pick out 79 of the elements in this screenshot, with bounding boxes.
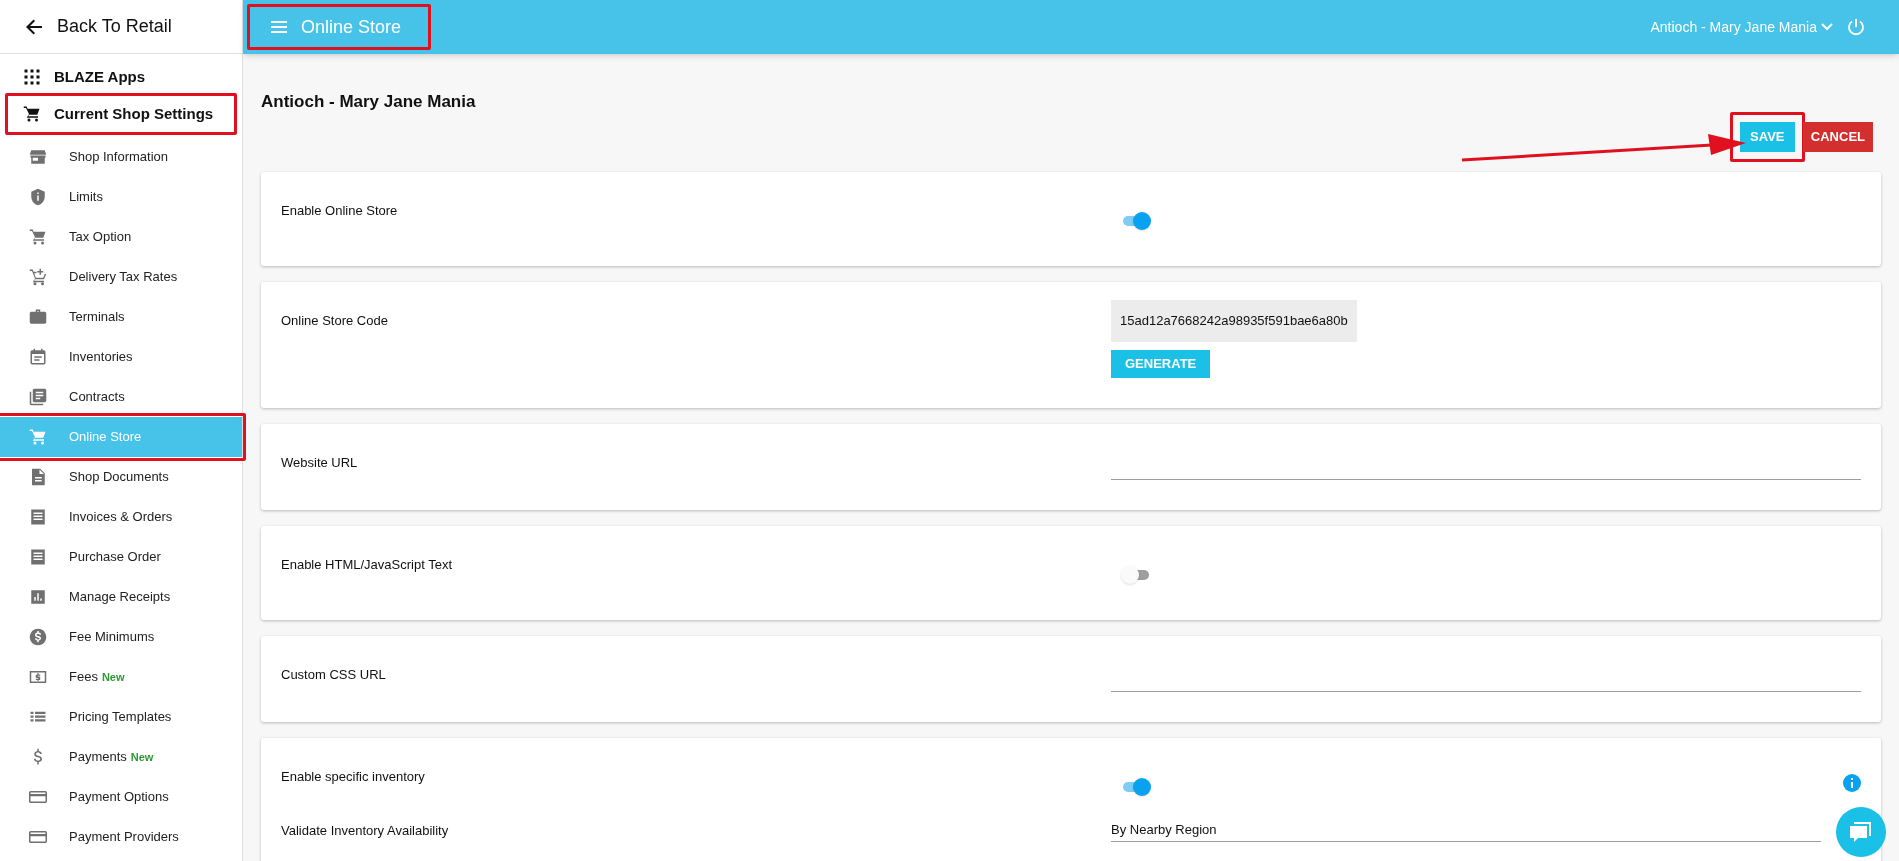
receipt-icon (29, 508, 47, 526)
sidebar-item[interactable]: Delivery Tax Rates (0, 257, 242, 297)
sidebar-item[interactable]: Payment Options (0, 777, 242, 817)
sidebar-item[interactable]: Invoices & Orders (0, 497, 242, 537)
credit-card-icon (29, 788, 47, 806)
sidebar-item[interactable]: Inventories (0, 337, 242, 377)
setting-label: Enable Online Store (281, 202, 399, 220)
setting-label: Enable specific inventory (281, 768, 426, 786)
cancel-button[interactable]: CANCEL (1802, 122, 1873, 152)
sidebar-item-label: Limits (69, 188, 103, 207)
shield-icon (29, 188, 47, 206)
sidebar-section[interactable]: BLAZE Apps (9, 60, 233, 94)
sidebar-item-label: Payments (69, 748, 127, 767)
sidebar-item[interactable]: Shop Information (0, 137, 242, 177)
region-dropdown[interactable]: By Nearby Region (1111, 820, 1821, 842)
page-title: Online Store (301, 15, 402, 39)
sidebar-item-label: Shop Information (69, 148, 168, 167)
sidebar-item[interactable]: Manage Receipts (0, 577, 242, 617)
calendar-icon (29, 348, 47, 366)
cart-icon (23, 105, 41, 123)
info-icon[interactable] (1843, 774, 1861, 792)
sidebar-item-label: Invoices & Orders (69, 508, 173, 527)
toggle-switch[interactable] (1121, 566, 1151, 584)
sidebar-item-label: Pricing Templates (69, 708, 172, 727)
dollar-coin-icon (29, 628, 47, 646)
new-label: New (101, 669, 125, 685)
sidebar-item[interactable]: Fees New (0, 657, 242, 697)
sidebar-item[interactable]: Contracts (0, 377, 242, 417)
credit-card-icon (29, 828, 47, 846)
chat-bubbles-icon (1848, 820, 1874, 844)
cart-icon (29, 228, 47, 246)
grid-icon (23, 68, 41, 86)
receipt-icon (29, 548, 47, 566)
sidebar-item-label: Purchase Order (69, 548, 161, 567)
power-icon[interactable] (1847, 18, 1865, 36)
setting-label: Enable HTML/JavaScript Text (281, 556, 453, 574)
sidebar-item[interactable]: Tax Option (0, 217, 242, 257)
document-icon (29, 468, 47, 486)
sidebar-item-label: Shop Documents (69, 468, 169, 487)
sidebar-item-label: Inventories (69, 348, 133, 367)
sidebar-item[interactable]: Payment Providers (0, 817, 242, 857)
storefront-icon (29, 148, 47, 166)
setting-label: Website URL (281, 454, 359, 472)
sidebar-item-label: Fee Minimums (69, 628, 155, 647)
sidebar-item[interactable]: Shop Documents (0, 457, 242, 497)
chevron-down-icon (1821, 23, 1833, 31)
sidebar-item[interactable]: Limits (0, 177, 242, 217)
sidebar-item[interactable]: Terminals (0, 297, 242, 337)
sidebar-section[interactable]: Current Shop Settings (9, 97, 233, 131)
back-link[interactable]: Back To Retail (0, 0, 242, 54)
sidebar-item-label: Payment Providers (69, 828, 179, 847)
sidebar-item-label: Fees (69, 668, 98, 687)
toggle-switch[interactable] (1121, 778, 1151, 796)
setting-label: Custom CSS URL (281, 666, 387, 684)
sidebar-item-label: Payment Options (69, 788, 169, 807)
toggle-switch[interactable] (1121, 212, 1151, 230)
bill-icon (29, 668, 47, 686)
sidebar-item[interactable]: Payments New (0, 737, 242, 777)
store-code-value: 15ad12a7668242a98935f591bae6a80b (1111, 300, 1357, 342)
cart-icon (29, 428, 47, 446)
new-label: New (130, 749, 154, 765)
sidebar-item-label: Terminals (69, 308, 125, 327)
setting-label: Online Store Code (281, 312, 389, 330)
sidebar-item-label: Tax Option (69, 228, 132, 247)
menu-icon[interactable] (271, 21, 287, 33)
sidebar-item[interactable]: Purchase Order (0, 537, 242, 577)
sidebar-item-label: Manage Receipts (69, 588, 171, 607)
briefcase-icon (29, 308, 47, 326)
cart-plus-icon (29, 268, 47, 286)
sidebar-item-label: Online Store (69, 428, 142, 447)
sidebar-item-label: Delivery Tax Rates (69, 268, 178, 287)
stacked-pages-icon (29, 388, 47, 406)
setting-label: Validate Inventory Availability (281, 822, 450, 840)
shop-heading: Antioch - Mary Jane Mania (261, 91, 477, 113)
bar-chart-icon (29, 588, 47, 606)
sidebar-item[interactable]: Fee Minimums (0, 617, 242, 657)
sidebar-item-label: Contracts (69, 388, 125, 407)
sidebar-item[interactable]: Pricing Templates (0, 697, 242, 737)
back-arrow-icon (26, 18, 43, 35)
